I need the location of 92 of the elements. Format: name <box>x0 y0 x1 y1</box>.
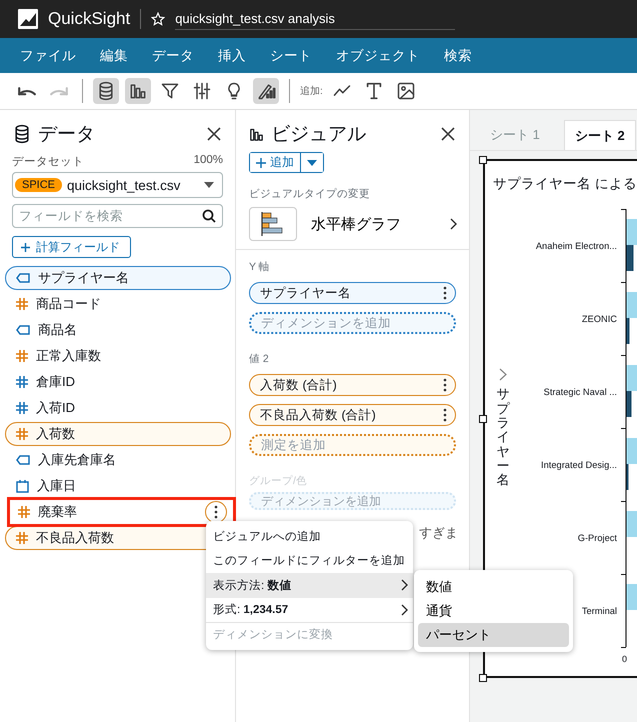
field-pill[interactable]: 不良品入荷数 (合計) <box>249 404 456 426</box>
hash-icon <box>16 376 28 388</box>
hash-icon <box>16 350 28 362</box>
plus-icon <box>21 242 30 252</box>
image-icon <box>396 81 416 101</box>
close-icon[interactable] <box>207 127 221 141</box>
menu-item[interactable]: オブジェクト <box>324 46 432 64</box>
field-item[interactable]: 入荷数 <box>5 422 231 446</box>
spice-badge: SPICE <box>15 178 62 192</box>
menu-item[interactable]: 検索 <box>432 46 484 64</box>
undo-icon <box>18 86 36 96</box>
themes-button[interactable] <box>253 78 279 104</box>
sliders-icon <box>192 81 212 101</box>
visual-type-selector[interactable]: 水平棒グラフ <box>249 207 457 241</box>
menu-item[interactable]: データ <box>140 46 206 64</box>
hash-icon <box>18 506 30 518</box>
dataset-select[interactable]: SPICE quicksight_test.csv <box>12 172 223 198</box>
section-label: ビジュアルタイプの変更 <box>248 187 371 201</box>
field-item[interactable]: 商品コード <box>5 292 231 316</box>
visuals-button[interactable] <box>125 78 151 104</box>
dataset-name: quicksight_test.csv <box>67 178 180 192</box>
hash-icon <box>16 532 28 544</box>
axis-tick-label: 0 <box>622 654 628 664</box>
filter-icon <box>160 81 180 101</box>
more-button[interactable] <box>205 501 227 523</box>
axis-title: サプライヤー名 <box>496 387 510 488</box>
field-item[interactable]: 入荷ID <box>5 396 231 420</box>
sheet-tab[interactable]: シート 2 <box>564 120 636 150</box>
resize-handle[interactable] <box>479 415 487 423</box>
search-field[interactable]: フィールドを検索 <box>12 204 223 228</box>
close-icon[interactable] <box>441 127 455 141</box>
dataset-button[interactable] <box>93 78 119 104</box>
caret-icon <box>204 182 214 188</box>
category-label: Strategic Naval ... <box>544 386 617 396</box>
dots-icon <box>443 378 447 392</box>
hash-icon <box>16 402 28 414</box>
field-item[interactable]: サプライヤー名 <box>5 266 231 290</box>
category-label: Integrated Desig... <box>541 460 617 470</box>
plus-icon <box>256 158 266 168</box>
dots-icon <box>214 505 218 519</box>
chart-title: サプライヤー名 による <box>492 175 637 193</box>
well-label: 値 2 <box>249 352 270 366</box>
note-text: すぎま <box>419 524 458 542</box>
resize-handle[interactable] <box>479 674 487 682</box>
logo-icon <box>18 9 38 29</box>
calculated-field-button[interactable]: 計算フィールド <box>12 236 131 258</box>
redo-icon <box>50 86 68 96</box>
dots-icon <box>443 408 447 422</box>
hash-icon <box>16 428 28 440</box>
field-pill[interactable]: サプライヤー名 <box>249 282 456 304</box>
menu-item[interactable]: シート <box>258 46 324 64</box>
chevron-right-icon <box>401 604 408 616</box>
category-label: ZEONIC <box>582 314 617 324</box>
chevron-right-icon[interactable] <box>499 368 507 382</box>
resize-handle[interactable] <box>479 156 487 164</box>
menu-item[interactable]: 表示方法: 数値 <box>206 573 413 598</box>
category-label: G-Project <box>578 532 617 542</box>
menu-item[interactable]: ファイル <box>8 46 88 64</box>
menu-item[interactable]: このフィールドにフィルターを追加 <box>206 548 413 573</box>
chevron-right-icon <box>401 579 408 592</box>
well-label: Y 軸 <box>249 260 271 274</box>
field-item[interactable]: 入庫先倉庫名 <box>5 448 231 472</box>
field-item[interactable]: 商品名 <box>5 318 231 342</box>
field-item[interactable]: 正常入庫数 <box>5 344 231 368</box>
hash-icon <box>16 298 28 310</box>
category-label: Terminal <box>582 606 617 616</box>
dropdown-button[interactable] <box>300 153 323 172</box>
calendar-icon <box>16 480 29 492</box>
tag-icon <box>16 273 30 283</box>
menu-item[interactable]: 挿入 <box>206 46 258 64</box>
field-item[interactable]: 倉庫ID <box>5 370 231 394</box>
menu-item[interactable]: 編集 <box>88 46 140 64</box>
star-icon[interactable] <box>151 12 166 26</box>
dots-icon <box>443 286 447 300</box>
menu-item[interactable]: パーセント <box>418 623 569 647</box>
add-label: 追加: <box>300 84 323 98</box>
analysis-title[interactable]: quicksight_test.csv analysis <box>175 8 455 30</box>
field-item[interactable]: 入庫日 <box>5 474 231 498</box>
spice-usage: 100% <box>194 154 223 168</box>
menu-item[interactable]: 形式: 1,234.57 <box>206 598 413 622</box>
tag-icon <box>16 325 30 335</box>
chevron-right-icon <box>450 218 457 230</box>
field-pill[interactable]: 入荷数 (合計) <box>249 374 456 396</box>
panel-title: ビジュアル <box>271 123 367 147</box>
tag-icon <box>16 455 30 465</box>
search-icon <box>202 209 216 223</box>
field-item[interactable]: 廃棄率 <box>7 497 236 527</box>
panel-title: データ <box>38 123 96 147</box>
category-label: Anaheim Electron... <box>536 240 617 250</box>
caret-icon <box>307 160 317 166</box>
product-name: QuickSight <box>48 9 142 29</box>
dataset-label: データセット <box>12 155 84 169</box>
